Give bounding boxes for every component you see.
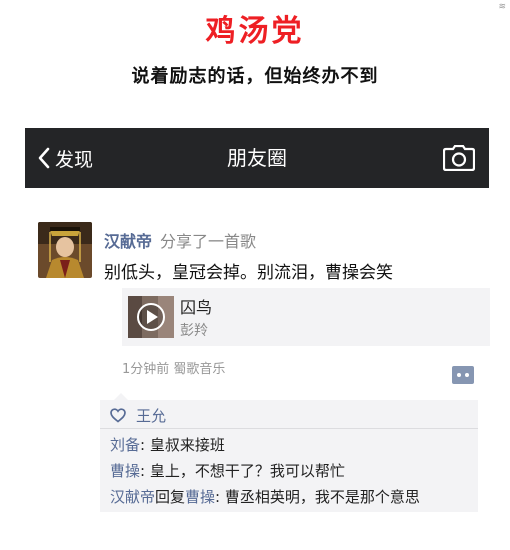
music-title: 囚鸟 xyxy=(180,298,213,317)
music-card[interactable]: 囚鸟 彭羚 xyxy=(122,288,490,346)
back-button[interactable]: 发现 xyxy=(37,128,93,188)
comment-author[interactable]: 刘备 xyxy=(110,436,140,454)
comment-button[interactable] xyxy=(452,366,474,384)
banner-subtitle: 说着励志的话，但始终办不到 xyxy=(131,66,379,87)
music-thumbnail xyxy=(128,296,174,338)
likes-divider xyxy=(100,428,478,429)
comment-text: : 曹丞相英明，我不是那个意思 xyxy=(215,488,420,506)
back-label: 发现 xyxy=(55,148,94,171)
post-header: 汉献帝 分享了一首歌 xyxy=(104,228,256,252)
liker-name[interactable]: 王允 xyxy=(136,405,166,426)
reply-word: 回复 xyxy=(155,488,186,506)
post-meta: 1分钟前 蜀歌音乐 xyxy=(122,362,226,377)
comment-author[interactable]: 曹操 xyxy=(110,462,140,480)
comment-author[interactable]: 汉献帝 xyxy=(110,488,155,506)
camera-icon xyxy=(442,144,476,172)
chevron-left-icon xyxy=(38,147,50,169)
comment-item: 刘备: 皇叔来接班 xyxy=(110,434,225,455)
comment-item: 曹操: 皇上，不想干了？我可以帮忙 xyxy=(110,460,345,481)
camera-button[interactable] xyxy=(442,144,476,172)
post-author[interactable]: 汉献帝 xyxy=(104,232,152,251)
banner-title: 鸡汤党 xyxy=(205,14,305,49)
post-action: 分享了一首歌 xyxy=(160,232,257,251)
reply-target[interactable]: 曹操 xyxy=(185,488,215,506)
page-title: 朋友圈 xyxy=(227,146,287,170)
post-text: 别低头，皇冠会掉。别流泪，曹操会笑 xyxy=(104,263,393,283)
comment-item: 汉献帝回复曹操: 曹丞相英明，我不是那个意思 xyxy=(110,486,420,507)
comment-text: : 皇上，不想干了？我可以帮忙 xyxy=(140,462,345,480)
comment-text: : 皇叔来接班 xyxy=(140,436,225,454)
likes-row: 王允 xyxy=(110,403,166,427)
interaction-panel: 王允 刘备: 皇叔来接班 曹操: 皇上，不想干了？我可以帮忙 汉献帝回复曹操: … xyxy=(100,393,478,512)
comment-icon xyxy=(452,366,474,384)
avatar[interactable] xyxy=(38,222,92,278)
navbar: 发现 朋友圈 xyxy=(25,128,489,188)
music-artist: 彭羚 xyxy=(180,323,208,339)
play-icon xyxy=(137,303,165,331)
heart-icon xyxy=(110,407,126,423)
